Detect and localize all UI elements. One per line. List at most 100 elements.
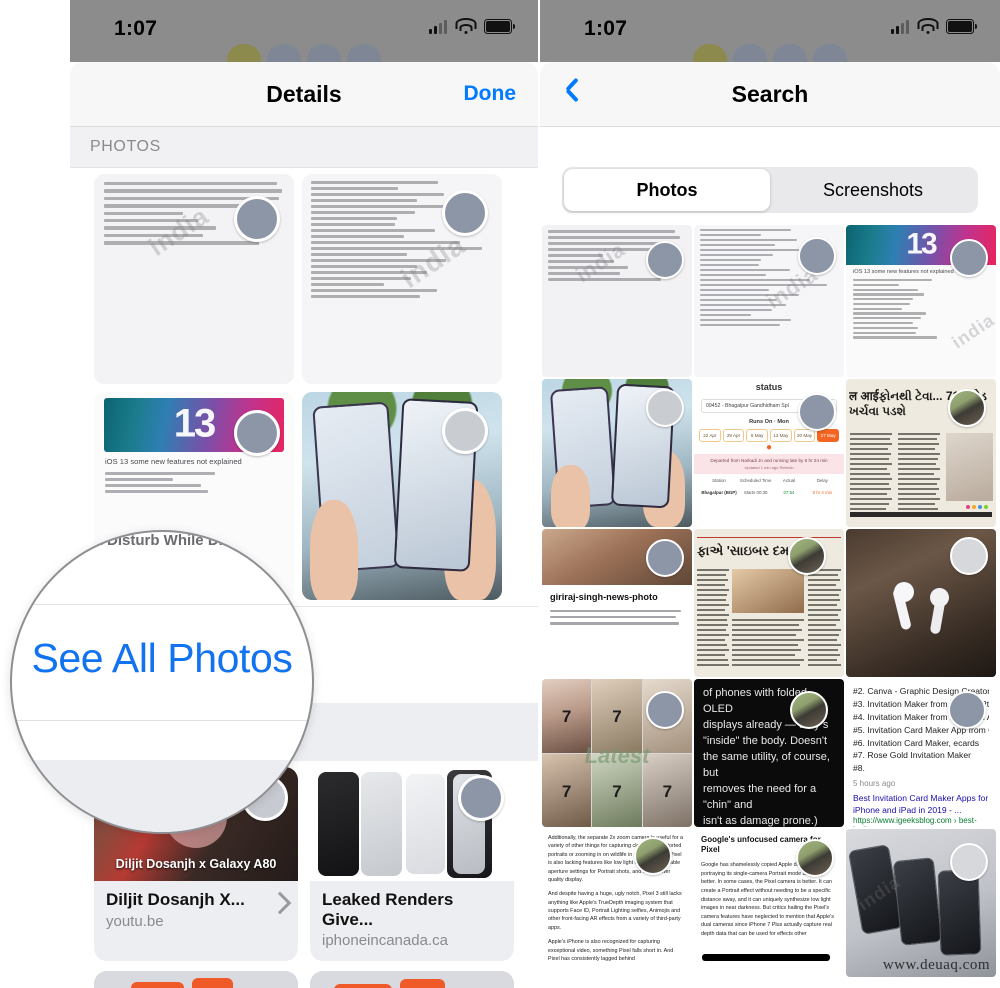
person-badge[interactable] — [234, 196, 280, 242]
person-badge-face[interactable] — [790, 691, 828, 729]
person-badge-face[interactable] — [796, 839, 834, 877]
link-thumbnail — [310, 767, 514, 881]
magnifier-partial-text: o Not Disturb While Driving — [64, 532, 260, 549]
grid-item-ios13-list-1[interactable]: india — [542, 225, 692, 377]
date-chip[interactable]: 6 May — [746, 429, 769, 442]
model-cell: 7 — [642, 753, 692, 827]
refresh-note[interactable]: Updated 1 min ago Refresh — [699, 465, 839, 470]
person-badge[interactable] — [458, 775, 504, 821]
left-phone-screen: 1:07 Details Done PHOTOS india india 13 … — [70, 0, 538, 988]
newspaper-inset-photo — [732, 569, 804, 613]
see-all-photos-label[interactable]: See All Photos — [12, 635, 312, 682]
bottom-card-left[interactable]: 21D — [94, 971, 298, 988]
person-badge[interactable] — [234, 410, 280, 456]
cell-station: Bhagalpur (BGP) — [701, 490, 737, 495]
segmented-control-wrap: Photos Screenshots — [540, 127, 1000, 221]
ios13-banner-label: 13 — [906, 227, 937, 261]
newspaper-photo-inset — [946, 433, 993, 501]
page-title: Search — [731, 81, 809, 107]
col-actual: Actual — [782, 478, 796, 483]
battery-icon — [946, 19, 977, 34]
photo-thumb-two-phones[interactable] — [302, 392, 502, 600]
grid-item-gujarati-news-cyber[interactable]: ફાએ 'સાઇબર દમસ — [694, 529, 844, 677]
grid-item-phones-lineup[interactable]: india — [846, 829, 996, 977]
person-badge[interactable] — [646, 389, 684, 427]
magnifier-divider-top — [12, 604, 312, 605]
date-chip[interactable]: 13 May — [770, 429, 792, 442]
date-chip-selected[interactable]: 27 May — [817, 429, 840, 442]
person-badge[interactable] — [646, 691, 684, 729]
grid-item-invitation-search[interactable]: #2. Canva - Graphic Design Creator #3. I… — [846, 679, 996, 827]
person-badge-face[interactable] — [634, 837, 672, 875]
result-link-title[interactable]: Best Invitation Card Maker Apps for iPho… — [853, 792, 989, 816]
grid-item-google-camera-article[interactable]: Google's unfocused camera for Pixel Goog… — [694, 829, 844, 977]
tab-photos[interactable]: Photos — [564, 169, 770, 211]
orange-phone-render-left: 21D — [94, 971, 298, 988]
status-icons — [891, 18, 977, 34]
person-badge[interactable] — [798, 393, 836, 431]
grid-item-phone-in-hand[interactable] — [542, 379, 692, 527]
latest-overlay-text: Latest — [584, 742, 650, 768]
search-sheet: Search Photos Screenshots india india 13… — [540, 62, 1000, 981]
grid-item-model-grid[interactable]: 7 7 7 7 7 7 Latest — [542, 679, 692, 827]
col-station: Station — [712, 478, 726, 483]
person-badge[interactable] — [948, 691, 986, 729]
newspaper-bottom-bar — [850, 512, 992, 517]
status-icons — [429, 18, 515, 34]
bottom-card-right[interactable] — [310, 971, 514, 988]
person-badge[interactable] — [950, 239, 988, 277]
grid-item-airpods[interactable] — [846, 529, 996, 677]
person-badge[interactable] — [646, 241, 684, 279]
screenshot-stage: 1:07 Details Done PHOTOS india india 13 … — [0, 0, 1000, 988]
newspaper-rule — [697, 537, 841, 538]
tab-screenshots[interactable]: Screenshots — [770, 169, 976, 211]
link-card-iphoneincanada[interactable]: Leaked Renders Give... iphoneincanada.ca — [310, 767, 514, 962]
right-phone-screen: 1:07 Search Photos Screenshots india ind… — [540, 0, 1000, 988]
ios13-banner-label: 13 — [173, 401, 216, 446]
link-title: Leaked Renders Give... — [322, 890, 454, 929]
segmented-control: Photos Screenshots — [562, 167, 978, 213]
person-badge[interactable] — [646, 539, 684, 577]
left-status-bar: 1:07 — [70, 0, 538, 74]
bottom-cards-row: 21D — [70, 969, 538, 988]
date-chip[interactable]: 29 Apr — [722, 429, 745, 442]
link-meta: Leaked Renders Give... iphoneincanada.ca — [310, 881, 514, 961]
grid-item-folded-oled-article[interactable]: of phones with folded OLED displays alre… — [694, 679, 844, 827]
grid-item-ios13-banner[interactable]: 13 iOS 13 some new features not explaine… — [846, 225, 996, 377]
person-badge[interactable] — [798, 237, 836, 275]
model-cell: 7 — [542, 679, 592, 753]
article-paragraph: Apple's iPhone is also recognized for ca… — [548, 939, 674, 962]
grid-item-ios13-list-2[interactable]: india — [694, 225, 844, 377]
photo-thumb-ios13-list-1[interactable]: india — [94, 174, 294, 384]
right-photo-grid: india india 13 iOS 13 some new features … — [540, 221, 1000, 981]
wifi-icon — [917, 18, 938, 34]
status-time: 1:07 — [114, 17, 158, 40]
done-button[interactable]: Done — [464, 82, 517, 106]
col-scheduled: Scheduled Time — [739, 478, 772, 483]
photo-thumb-ios13-list-2[interactable]: india — [302, 174, 502, 384]
grid-item-train-status[interactable]: status 09452 - Bhagalpur Gandhidham Spl … — [694, 379, 844, 527]
news-headline: giriraj-singh-news-photo — [550, 592, 658, 602]
screenshot-text-lines — [94, 466, 294, 502]
right-status-bar: 1:07 — [540, 0, 1000, 74]
person-badge-face[interactable] — [788, 537, 826, 575]
person-badge[interactable] — [950, 537, 988, 575]
person-badge[interactable] — [442, 408, 488, 454]
grid-item-pixel-article-left[interactable]: Additionally, the separate 2x zoom camer… — [542, 829, 692, 977]
link-domain: youtu.be — [106, 912, 164, 930]
grid-item-gujarati-news-iphone[interactable]: ल आईફોનથી ટેવા... 71 કરોડ ખર્ચવા પડશે — [846, 379, 996, 527]
result-url: https://www.igeeksblog.com › best-invita… — [853, 816, 977, 827]
wifi-icon — [455, 18, 476, 34]
person-badge-face[interactable] — [948, 389, 986, 427]
grid-item-giriraj-news[interactable]: giriraj-singh-news-photo — [542, 529, 692, 677]
right-navbar: Search — [540, 62, 1000, 127]
person-badge[interactable] — [442, 190, 488, 236]
orange-phone-render-right — [310, 971, 514, 988]
person-badge[interactable] — [950, 843, 988, 881]
date-chip[interactable]: 22 Apr — [699, 429, 721, 442]
news-card: giriraj-singh-news-photo — [542, 585, 692, 636]
magnifier-divider-bottom — [12, 720, 312, 721]
cell-delay: 8 hr 4 min — [812, 490, 833, 495]
date-chip[interactable]: 20 May — [793, 429, 816, 442]
newspaper-column — [732, 619, 804, 677]
